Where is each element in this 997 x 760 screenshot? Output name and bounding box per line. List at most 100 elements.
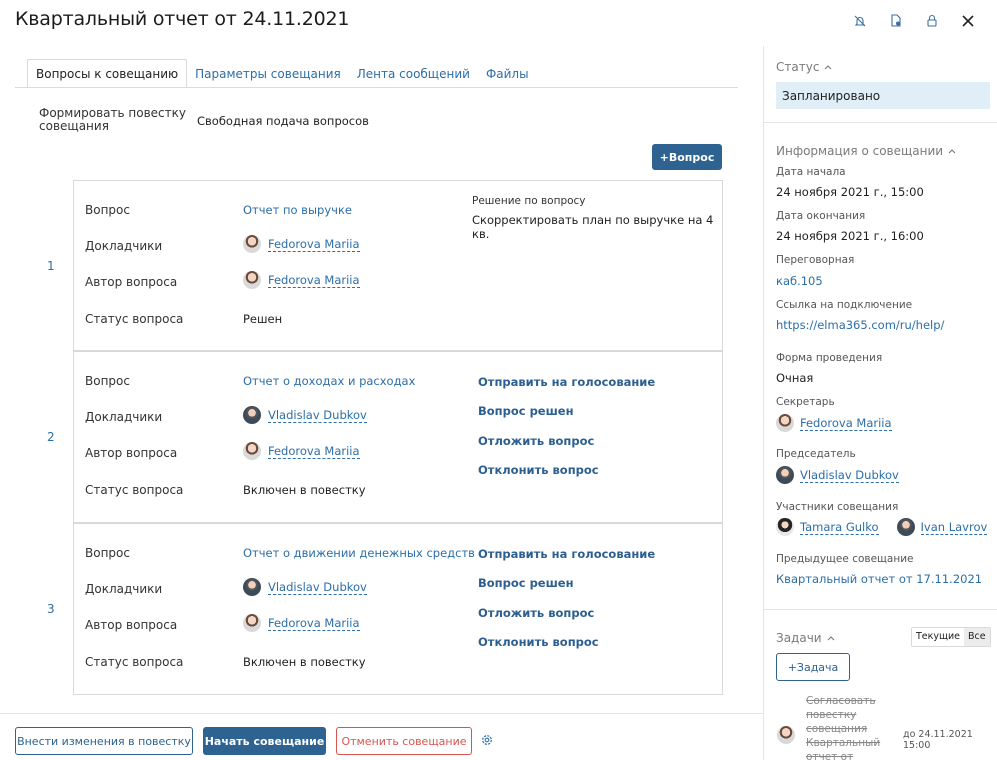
avatar xyxy=(243,442,261,460)
author-label: Автор вопроса xyxy=(85,618,178,632)
page-title: Квартальный отчет от 24.11.2021 xyxy=(15,8,350,30)
room-link[interactable]: каб.105 xyxy=(776,274,823,288)
filter-all[interactable]: Все xyxy=(963,628,990,646)
decision-title: Решение по вопросу xyxy=(472,195,586,207)
plus-icon: + xyxy=(787,660,797,674)
secretary-value: Fedorova Mariia xyxy=(776,414,892,432)
previous-meeting-label: Предыдущее совещание xyxy=(776,553,914,565)
tab-bar: Вопросы к совещанию Параметры совещания … xyxy=(27,59,537,88)
status-label: Статус вопроса xyxy=(85,655,184,669)
question-status: Решен xyxy=(243,312,283,326)
avatar xyxy=(243,271,261,289)
question-title-link[interactable]: Отчет о доходах и расходах xyxy=(243,374,415,388)
task-due-date: до 24.11.2021 15:00 xyxy=(903,729,973,751)
avatar xyxy=(243,406,261,424)
author-link[interactable]: Fedorova Mariia xyxy=(268,616,360,631)
author-label: Автор вопроса xyxy=(85,275,178,289)
author-value: Fedorova Mariia xyxy=(243,271,360,289)
question-label: Вопрос xyxy=(85,374,130,388)
add-task-button[interactable]: +Задача xyxy=(776,653,850,681)
format-value: Очная xyxy=(776,371,814,385)
tab-feed[interactable]: Лента сообщений xyxy=(349,59,478,88)
author-value: Fedorova Mariia xyxy=(243,614,360,632)
gear-icon[interactable] xyxy=(480,733,494,747)
question-title-link[interactable]: Отчет по выручке xyxy=(243,203,352,217)
cancel-meeting-button[interactable]: Отменить совещание xyxy=(336,727,472,755)
send-to-vote-action[interactable]: Отправить на голосование xyxy=(478,375,655,389)
question-card: Вопрос Отчет по выручке Докладчики Fedor… xyxy=(73,180,723,351)
divider xyxy=(764,122,997,123)
info-section-title: Информация о совещании xyxy=(776,144,944,158)
tab-divider xyxy=(15,87,738,88)
question-title: Отчет о доходах и расходах xyxy=(243,374,415,388)
agenda-label: Формировать повестку совещания xyxy=(39,106,186,133)
mark-solved-action[interactable]: Вопрос решен xyxy=(478,576,574,590)
speaker-link[interactable]: Vladislav Dubkov xyxy=(268,408,367,423)
status-value: Запланировано xyxy=(776,82,990,109)
chevron-up-icon xyxy=(827,636,834,641)
tasks-section-header[interactable]: Задачи xyxy=(776,631,835,645)
participant-link[interactable]: Tamara Gulko xyxy=(800,520,879,535)
question-number: 2 xyxy=(47,430,55,444)
speaker-link[interactable]: Fedorova Mariia xyxy=(268,237,360,252)
filter-current[interactable]: Текущие xyxy=(912,628,964,646)
tasks-section-title: Задачи xyxy=(776,631,822,645)
status-section-title: Статус xyxy=(776,60,820,74)
avatar xyxy=(896,518,915,536)
speakers-label: Докладчики xyxy=(85,582,163,596)
avatar xyxy=(243,578,261,596)
speaker-value: Fedorova Mariia xyxy=(243,235,360,253)
question-label: Вопрос xyxy=(85,203,130,217)
status-section-header[interactable]: Статус xyxy=(776,60,832,74)
postpone-action[interactable]: Отложить вопрос xyxy=(478,606,594,620)
question-title-link[interactable]: Отчет о движении денежных средств xyxy=(243,546,475,560)
previous-meeting-link[interactable]: Квартальный отчет от 17.11.2021 xyxy=(776,572,982,586)
avatar xyxy=(776,414,794,432)
divider xyxy=(764,609,997,610)
footer-bar: Внести изменения в повестку Начать совещ… xyxy=(0,713,763,760)
speaker-value: Vladislav Dubkov xyxy=(243,578,367,596)
chair-value: Vladislav Dubkov xyxy=(776,466,899,484)
send-to-vote-action[interactable]: Отправить на голосование xyxy=(478,547,655,561)
speakers-label: Докладчики xyxy=(85,410,163,424)
bell-off-icon[interactable] xyxy=(849,10,871,32)
question-title: Отчет о движении денежных средств xyxy=(243,546,475,560)
status-label: Статус вопроса xyxy=(85,312,184,326)
reject-action[interactable]: Отклонить вопрос xyxy=(478,463,599,477)
participant-link[interactable]: Ivan Lavrov xyxy=(920,520,988,535)
postpone-action[interactable]: Отложить вопрос xyxy=(478,434,594,448)
mark-solved-action[interactable]: Вопрос решен xyxy=(478,404,574,418)
question-title: Отчет по выручке xyxy=(243,203,352,217)
question-number: 1 xyxy=(47,259,55,273)
decision-value: Скорректировать план по выручке на 4 кв. xyxy=(472,213,714,241)
author-label: Автор вопроса xyxy=(85,446,178,460)
close-icon[interactable] xyxy=(957,10,979,32)
chair-link[interactable]: Vladislav Dubkov xyxy=(800,468,899,483)
question-label: Вопрос xyxy=(85,546,130,560)
author-link[interactable]: Fedorova Mariia xyxy=(268,444,360,459)
window-toolbar xyxy=(849,10,979,32)
avatar xyxy=(776,466,794,484)
edit-agenda-button[interactable]: Внести изменения в повестку xyxy=(15,727,193,755)
add-question-button[interactable]: +Вопрос xyxy=(652,144,722,170)
speaker-link[interactable]: Vladislav Dubkov xyxy=(268,580,367,595)
tab-files[interactable]: Файлы xyxy=(478,59,537,88)
secretary-link[interactable]: Fedorova Mariia xyxy=(800,416,892,431)
avatar xyxy=(776,518,794,536)
tab-parameters[interactable]: Параметры совещания xyxy=(187,59,349,88)
tab-questions[interactable]: Вопросы к совещанию xyxy=(27,59,188,88)
connection-link[interactable]: https://elma365.com/ru/help/ xyxy=(776,318,944,332)
start-meeting-button[interactable]: Начать совещание xyxy=(203,727,326,755)
lock-icon[interactable] xyxy=(921,10,943,32)
status-label: Статус вопроса xyxy=(85,483,184,497)
chevron-up-icon xyxy=(825,65,832,70)
author-link[interactable]: Fedorova Mariia xyxy=(268,273,360,288)
document-settings-icon[interactable] xyxy=(885,10,907,32)
question-status: Включен в повестку xyxy=(243,655,366,669)
task-item-title[interactable]: Согласовать повестку совещания Квартальн… xyxy=(806,694,898,760)
avatar xyxy=(777,726,795,744)
info-section-header[interactable]: Информация о совещании xyxy=(776,144,956,158)
reject-action[interactable]: Отклонить вопрос xyxy=(478,635,599,649)
tasks-filter: Текущие Все xyxy=(911,627,991,647)
end-date-label: Дата окончания xyxy=(776,210,866,222)
